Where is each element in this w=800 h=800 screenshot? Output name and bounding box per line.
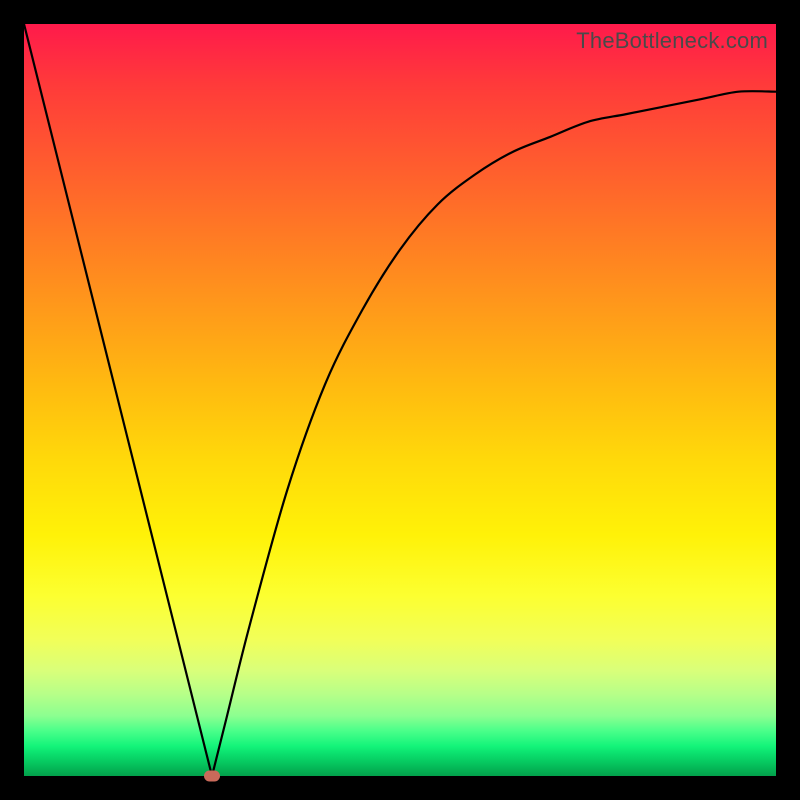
bottleneck-curve [24,24,776,776]
chart-frame: TheBottleneck.com [0,0,800,800]
chart-plot-area: TheBottleneck.com [24,24,776,776]
minimum-marker [204,771,220,782]
curve-path [24,24,776,776]
